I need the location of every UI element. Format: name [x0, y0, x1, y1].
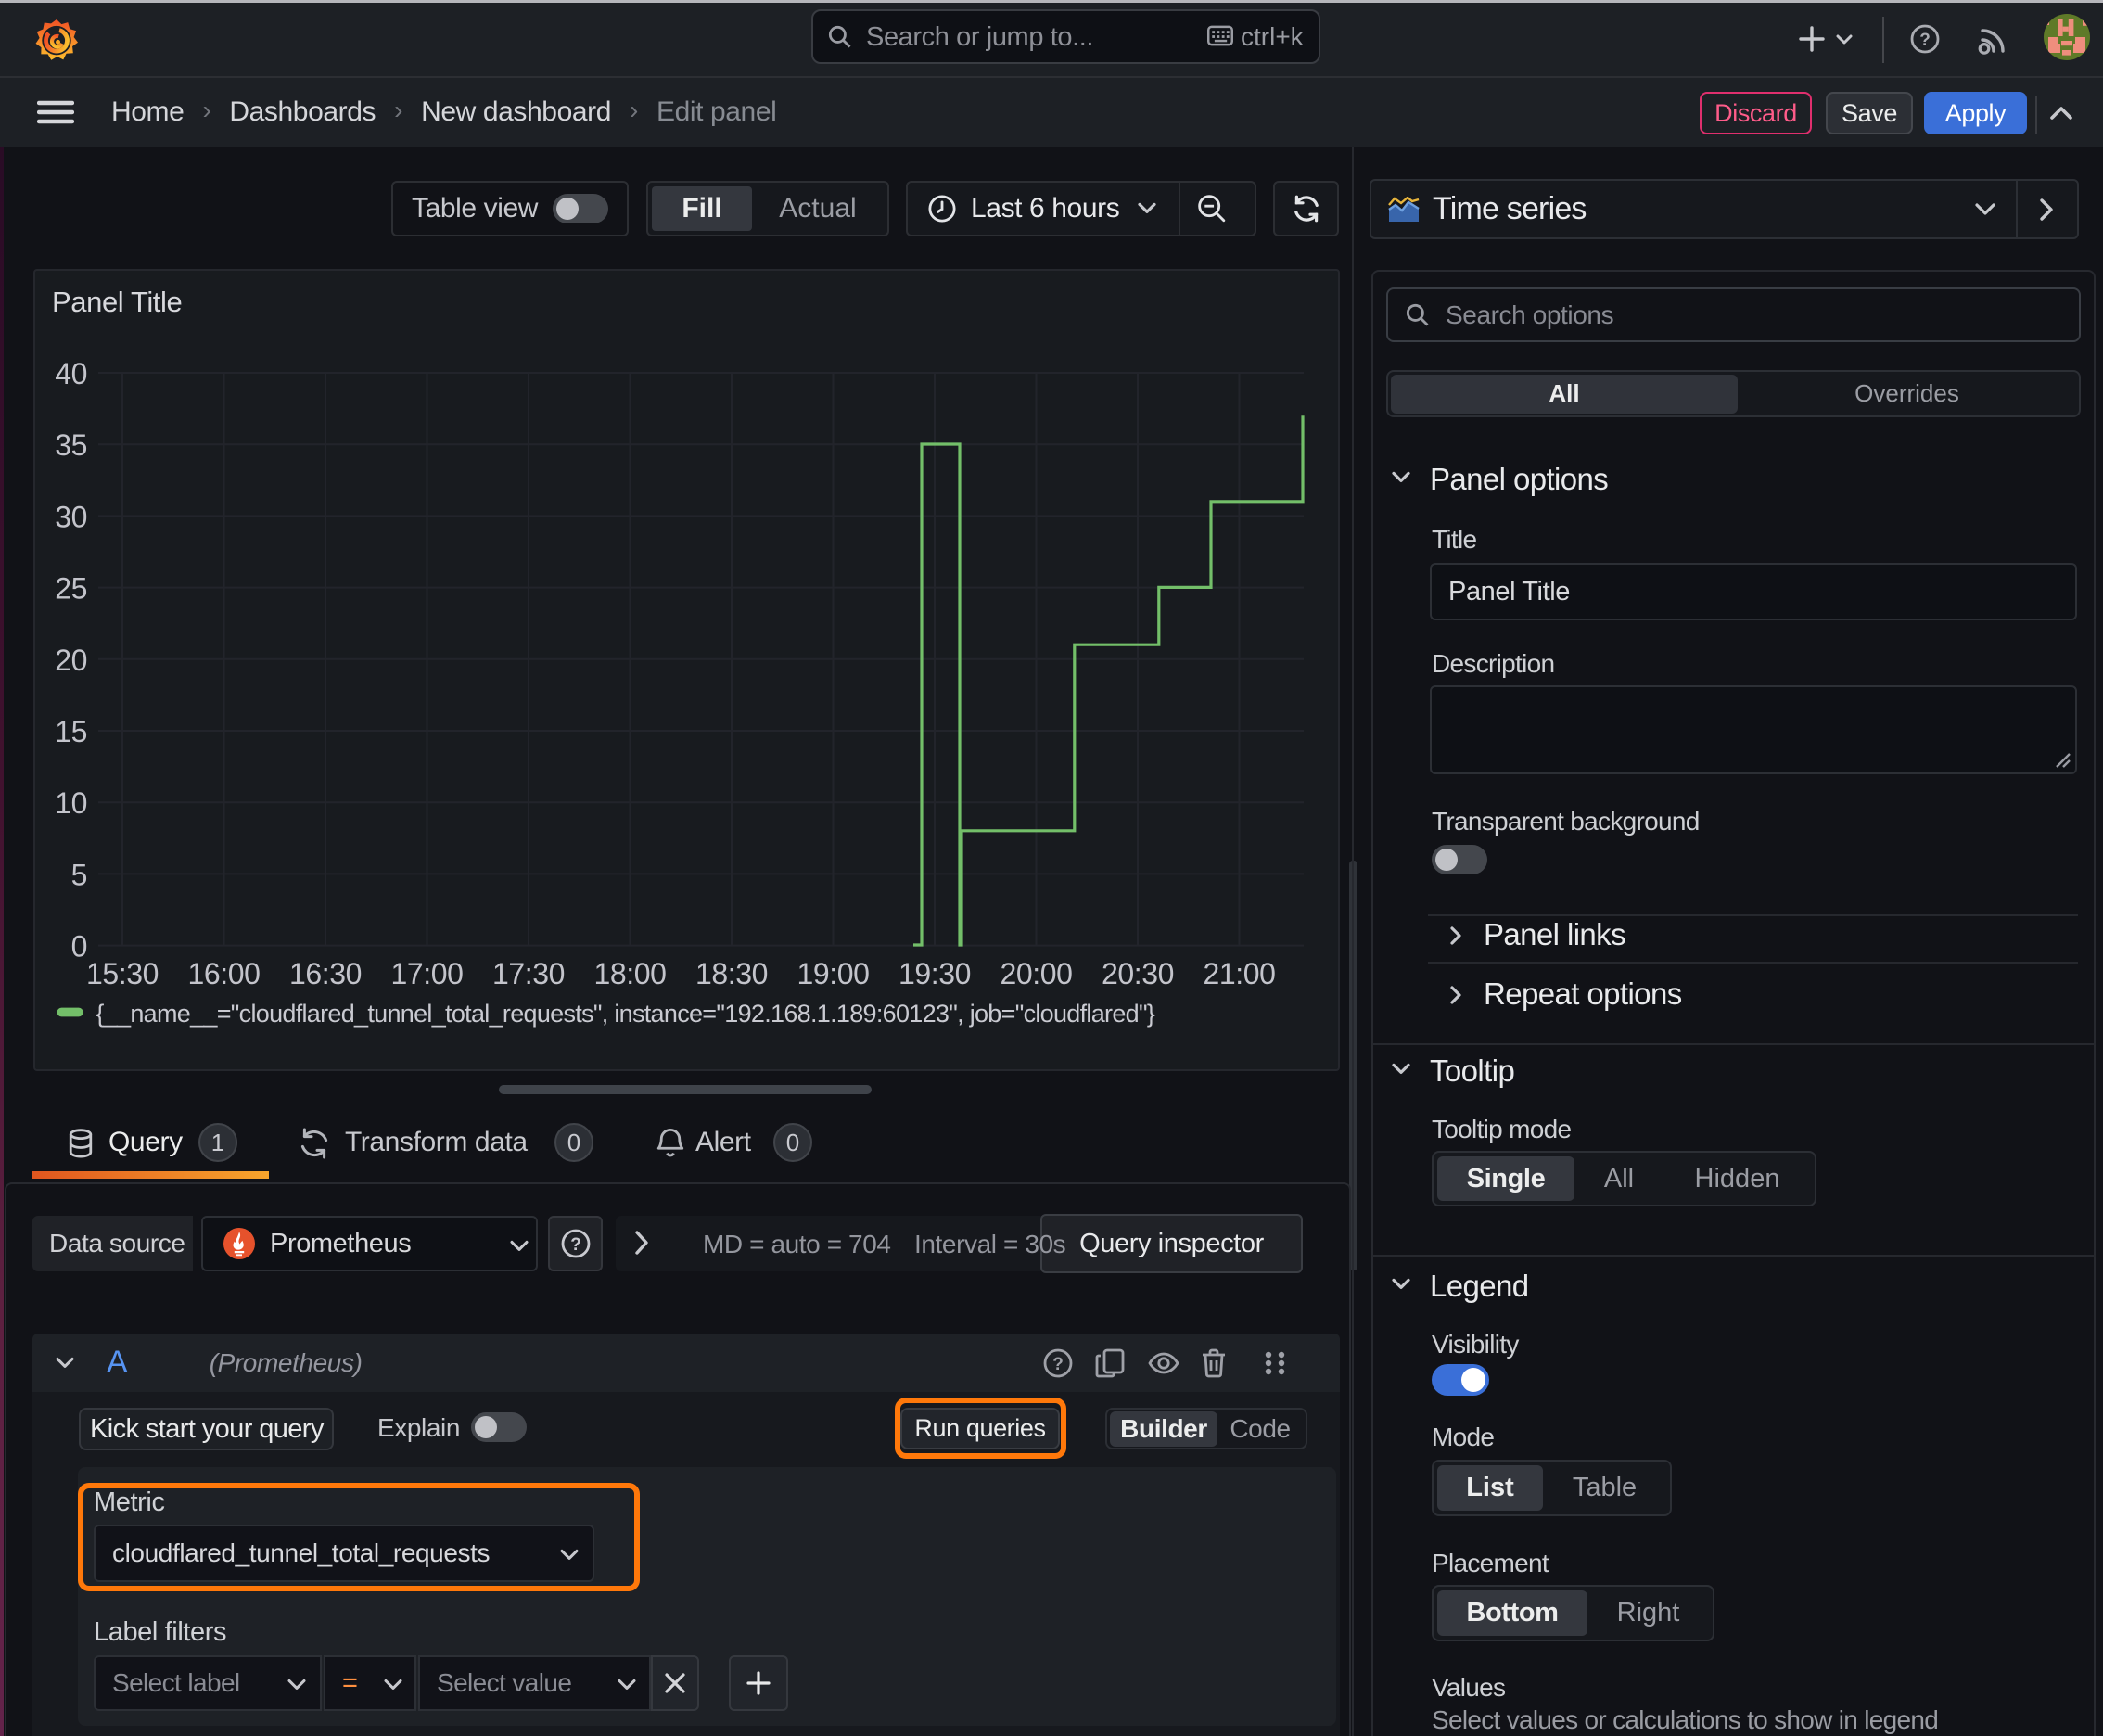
svg-text:5: 5: [71, 858, 87, 891]
svg-text:15:30: 15:30: [86, 957, 159, 990]
svg-text:30: 30: [55, 500, 87, 533]
svg-text:?: ?: [570, 1235, 581, 1255]
svg-text:40: 40: [55, 357, 87, 390]
svg-text:25: 25: [55, 572, 87, 606]
svg-text:18:30: 18:30: [695, 957, 768, 990]
svg-text:20: 20: [55, 644, 87, 677]
svg-text:15: 15: [55, 715, 87, 748]
svg-text:16:00: 16:00: [187, 957, 260, 990]
svg-text:{__name__="cloudflared_tunnel_: {__name__="cloudflared_tunnel_total_requ…: [96, 1000, 1154, 1028]
svg-text:?: ?: [1919, 31, 1931, 50]
svg-text:19:00: 19:00: [797, 957, 869, 990]
svg-text:21:00: 21:00: [1203, 957, 1275, 990]
svg-text:17:30: 17:30: [492, 957, 565, 990]
svg-text:19:30: 19:30: [899, 957, 971, 990]
svg-text:20:30: 20:30: [1102, 957, 1174, 990]
svg-text:?: ?: [1052, 1354, 1064, 1373]
svg-text:0: 0: [71, 930, 87, 964]
svg-text:20:00: 20:00: [1000, 957, 1072, 990]
svg-text:35: 35: [55, 428, 87, 462]
svg-text:10: 10: [55, 786, 87, 820]
svg-text:16:30: 16:30: [289, 957, 362, 990]
svg-text:18:00: 18:00: [593, 957, 666, 990]
svg-text:17:00: 17:00: [390, 957, 463, 990]
